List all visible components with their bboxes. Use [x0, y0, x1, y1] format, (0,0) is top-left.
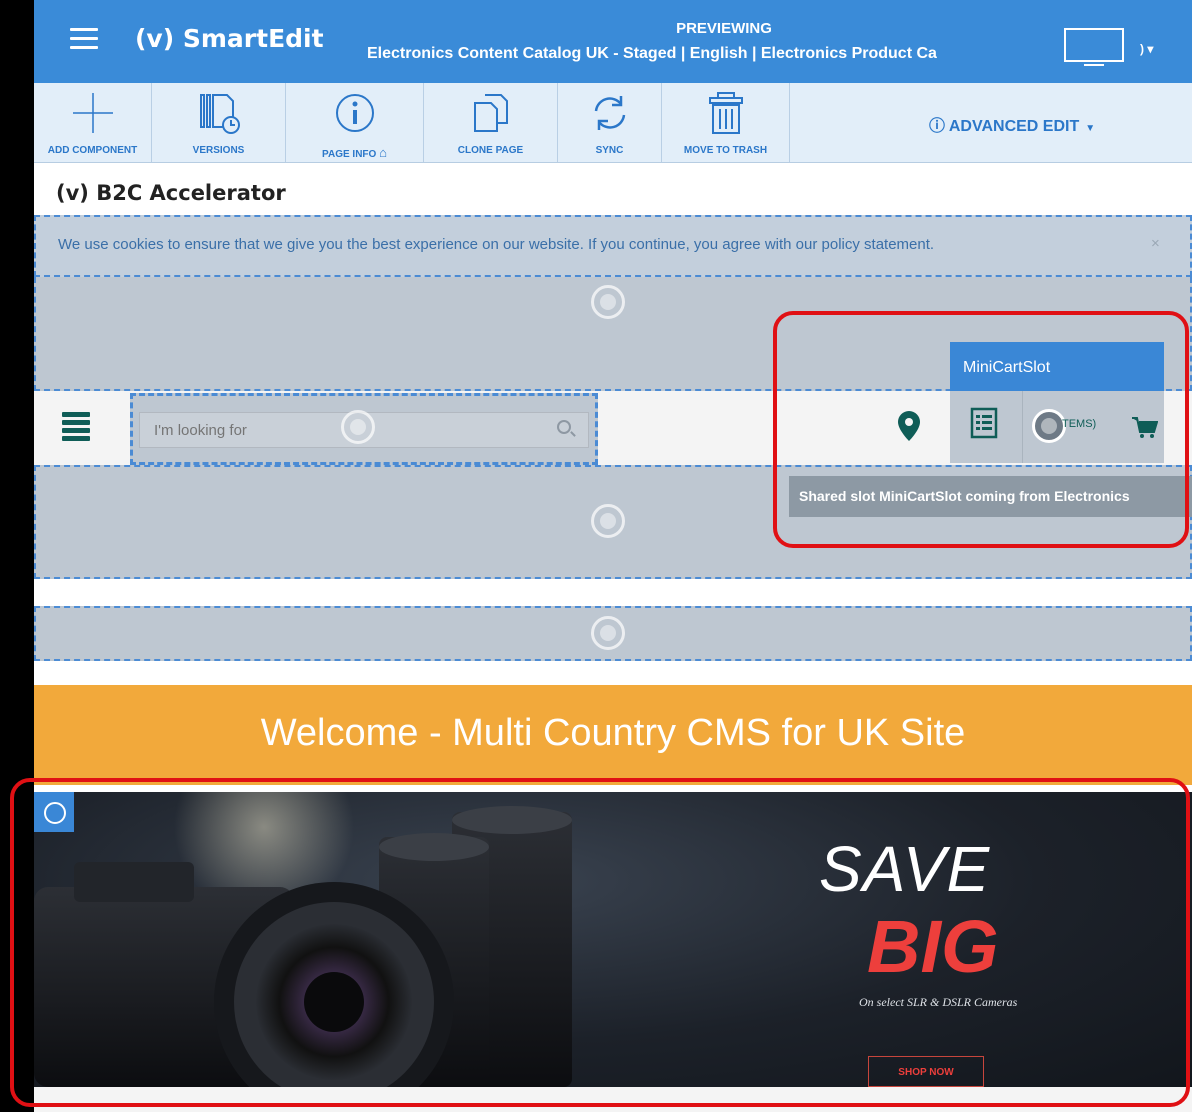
add-component-button[interactable]: ADD COMPONENT: [34, 83, 152, 162]
versions-button[interactable]: VERSIONS: [152, 83, 286, 162]
globe-icon[interactable]: [34, 792, 74, 832]
sync-button[interactable]: SYNC: [558, 83, 662, 162]
site-header: (v) B2C Accelerator: [34, 163, 1192, 215]
page-info-text: PAGE INFO: [322, 149, 377, 160]
app-logo[interactable]: (v) SmartEdit: [135, 24, 324, 53]
hamburger-menu-icon[interactable]: [70, 28, 98, 52]
clone-page-label: CLONE PAGE: [457, 145, 524, 156]
info-icon: [286, 91, 423, 135]
bottom-header-slot[interactable]: [34, 606, 1192, 661]
desktop-preview-icon[interactable]: [1064, 28, 1124, 66]
minicart-slot-label: MiniCartSlot: [950, 342, 1164, 391]
move-to-trash-label: MOVE TO TRASH: [683, 145, 768, 156]
banner-big-text: BIG: [867, 905, 999, 988]
banner-subtitle: On select SLR & DSLR Cameras: [859, 995, 1018, 1009]
app-name: SmartEdit: [182, 24, 324, 53]
preview-context[interactable]: Electronics Content Catalog UK - Staged …: [367, 45, 1047, 63]
search-icon[interactable]: [557, 420, 571, 434]
welcome-heading: Welcome - Multi Country CMS for UK Site: [260, 712, 966, 754]
divider: [1022, 391, 1023, 463]
site-menu-icon[interactable]: [62, 412, 90, 442]
advanced-edit-label: ADVANCED EDIT: [948, 118, 1080, 135]
site-logo[interactable]: (v) B2C Accelerator: [56, 181, 286, 205]
advanced-edit-toggle[interactable]: ⓘ ADVANCED EDIT ▼: [929, 112, 1095, 136]
sync-icon: [558, 91, 661, 135]
clone-page-button[interactable]: CLONE PAGE: [424, 83, 558, 162]
app-header: (v) SmartEdit PREVIEWING Electronics Con…: [34, 0, 1192, 83]
sync-label: SYNC: [595, 145, 624, 156]
add-component-label: ADD COMPONENT: [47, 145, 138, 156]
welcome-banner[interactable]: Welcome - Multi Country CMS for UK Site: [34, 685, 1192, 785]
shop-now-button[interactable]: SHOP NOW: [868, 1056, 984, 1087]
shared-slot-tooltip: Shared slot MiniCartSlot coming from Ele…: [789, 476, 1192, 517]
page-info-label: PAGE INFO ⌂: [286, 145, 423, 160]
page-info-button[interactable]: PAGE INFO ⌂: [286, 83, 424, 162]
smartedit-window: (v) SmartEdit PREVIEWING Electronics Con…: [34, 0, 1192, 1112]
cookie-notice-slot[interactable]: We use cookies to ensure that we give yo…: [34, 215, 1192, 277]
globe-icon: [341, 410, 375, 444]
trash-icon: [662, 91, 789, 135]
spacer: [34, 785, 1192, 792]
info-circle-icon: ⓘ: [929, 118, 946, 135]
device-label: ): [1140, 42, 1144, 56]
globe-icon: [591, 285, 625, 319]
globe-icon: [1032, 409, 1066, 443]
site-name: B2C Accelerator: [96, 181, 286, 205]
site-navigation-bar: TEMS): [34, 391, 1192, 465]
previewing-label: PREVIEWING: [676, 20, 772, 37]
cookie-close-icon[interactable]: ×: [1151, 235, 1160, 252]
globe-icon: [591, 616, 625, 650]
camera-image: [34, 792, 572, 1087]
spacer: [34, 661, 1192, 685]
chevron-down-icon: ▼: [1085, 123, 1096, 134]
minicart-items-count: TEMS): [1062, 418, 1097, 430]
home-icon: ⌂: [379, 145, 387, 160]
spacer: [34, 579, 1192, 606]
camera-promo-banner[interactable]: SAVE BIG On select SLR & DSLR Cameras SH…: [34, 792, 1192, 1087]
banner-save-text: SAVE: [819, 833, 991, 905]
store-locator-pin-icon[interactable]: [895, 409, 923, 443]
plus-icon: [34, 91, 151, 135]
minicart-slot[interactable]: TEMS): [950, 391, 1164, 463]
cookie-notice-text: We use cookies to ensure that we give yo…: [58, 236, 935, 253]
globe-icon: [591, 504, 625, 538]
versions-icon: [152, 91, 285, 135]
order-list-icon[interactable]: [970, 407, 998, 439]
move-to-trash-button[interactable]: MOVE TO TRASH: [662, 83, 790, 162]
versions-label: VERSIONS: [192, 145, 245, 156]
search-box-slot[interactable]: [130, 393, 598, 465]
device-selector[interactable]: ) ▾: [1140, 42, 1153, 56]
cart-icon[interactable]: [1130, 415, 1158, 439]
clone-icon: [424, 91, 557, 135]
